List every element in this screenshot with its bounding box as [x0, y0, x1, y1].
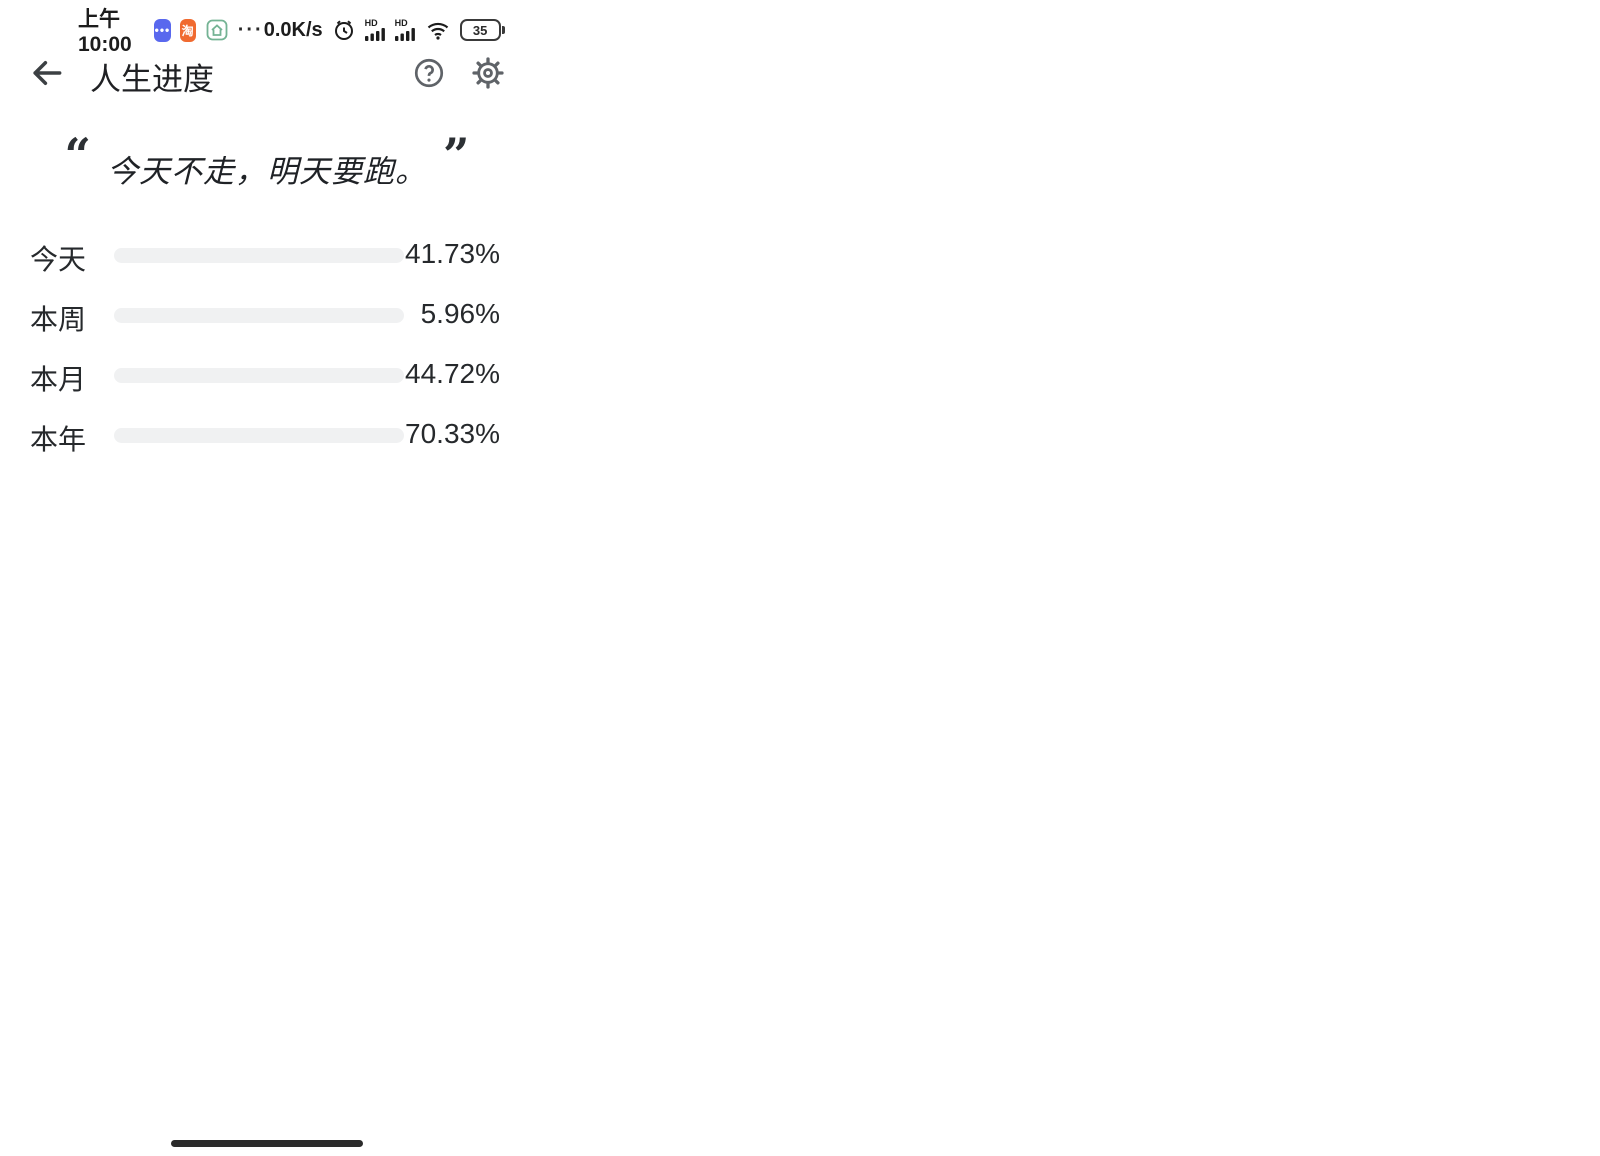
progress-track [114, 248, 404, 263]
back-arrow-icon[interactable] [28, 54, 66, 92]
home-app-icon [205, 18, 229, 42]
signal-icon-2: HD [395, 19, 416, 41]
progress-track [114, 308, 404, 323]
progress-percent: 44.72% [370, 358, 500, 390]
battery-icon: 35 [460, 19, 501, 41]
page-title: 人生进度 [90, 54, 214, 99]
open-quote-mark: “ [65, 132, 91, 178]
progress-track [114, 428, 404, 443]
gear-icon[interactable] [470, 55, 506, 91]
wifi-icon [425, 19, 451, 41]
progress-label: 今天 [30, 238, 86, 278]
close-quote-mark: ” [443, 132, 469, 178]
home-indicator[interactable] [171, 1140, 363, 1147]
alarm-icon [332, 18, 356, 42]
status-time: 上午10:00 [78, 3, 145, 57]
net-speed: 0.0K/s [264, 19, 323, 42]
status-bar: 上午10:00 ••• 淘 ··· 0.0K/s HD HD 35 [0, 10, 534, 50]
status-more-dots: ··· [238, 19, 264, 42]
progress-percent: 70.33% [370, 418, 500, 450]
help-icon[interactable] [412, 56, 446, 90]
progress-track [114, 368, 404, 383]
quote-text: 今天不走，明天要跑。 [91, 132, 443, 191]
progress-percent: 5.96% [370, 298, 500, 330]
chat-app-icon: ••• [154, 19, 170, 42]
progress-label: 本周 [30, 298, 86, 338]
signal-icon: HD [365, 19, 386, 41]
screen-life-progress: 上午10:00 ••• 淘 ··· 0.0K/s HD HD 35 人生进度 “… [0, 0, 534, 1156]
progress-label: 本月 [30, 358, 86, 398]
screenshot-stage: 上午10:00 ••• 淘 ··· 2.3K/s HD HD 35 [0, 0, 1600, 1156]
progress-percent: 41.73% [370, 238, 500, 270]
taobao-app-icon: 淘 [180, 19, 196, 42]
daily-quote: “ 今天不走，明天要跑。 ” [0, 132, 534, 191]
progress-label: 本年 [30, 418, 86, 458]
